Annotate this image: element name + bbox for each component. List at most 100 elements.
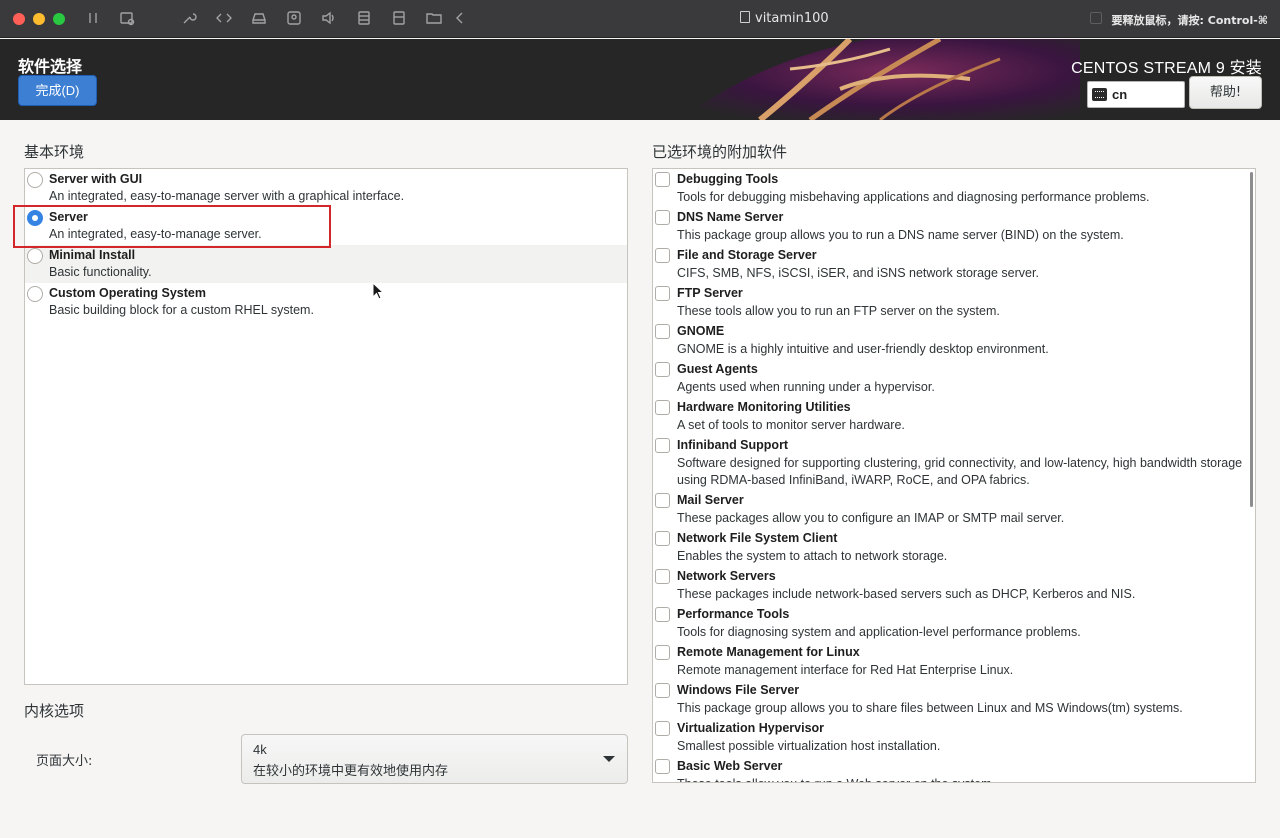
window-titlebar: vitamin100 要释放鼠标，请按: Control-⌘ xyxy=(0,0,1280,38)
page-size-combo[interactable]: 4k 在较小的环境中更有效地使用内存 xyxy=(241,734,628,784)
addon-option[interactable]: Basic Web Server These tools allow you to… xyxy=(653,756,1253,782)
addon-option[interactable]: FTP Server These tools allow you to run a… xyxy=(653,283,1253,321)
storage-icon[interactable] xyxy=(355,10,373,28)
addon-description: These packages include network-based ser… xyxy=(677,587,1136,601)
addon-checkbox[interactable] xyxy=(655,248,670,263)
addon-checkbox[interactable] xyxy=(655,531,670,546)
mouse-pointer-icon xyxy=(372,282,384,300)
environment-title: Server with GUI xyxy=(49,172,143,186)
keyboard-icon xyxy=(1092,88,1107,101)
addon-checkbox[interactable] xyxy=(655,324,670,339)
addon-option[interactable]: Windows File Server This package group al… xyxy=(653,680,1253,718)
addon-checkbox[interactable] xyxy=(655,759,670,774)
addon-option[interactable]: Network Servers These packages include ne… xyxy=(653,566,1253,604)
pause-icon[interactable] xyxy=(84,10,102,28)
addon-title: Hardware Monitoring Utilities xyxy=(677,400,851,414)
addon-option[interactable]: Remote Management for Linux Remote manage… xyxy=(653,642,1253,680)
addon-description: Remote management interface for Red Hat … xyxy=(677,663,1014,677)
addon-title: Network Servers xyxy=(677,569,776,583)
addon-option[interactable]: Performance Tools Tools for diagnosing sy… xyxy=(653,604,1253,642)
addon-option[interactable]: DNS Name Server This package group allows… xyxy=(653,207,1253,245)
header-artwork xyxy=(640,39,1080,120)
done-button[interactable]: 完成(D) xyxy=(18,75,97,106)
addon-title: Debugging Tools xyxy=(677,172,779,186)
page-size-desc: 在较小的环境中更有效地使用内存 xyxy=(253,764,449,779)
environment-description: An integrated, easy-to-manage server wit… xyxy=(49,189,405,203)
addon-checkbox[interactable] xyxy=(655,607,670,622)
addon-description: A set of tools to monitor server hardwar… xyxy=(677,418,905,432)
addon-checkbox[interactable] xyxy=(655,362,670,377)
addon-option[interactable]: Network File System Client Enables the sy… xyxy=(653,528,1253,566)
addon-description: These tools allow you to run an FTP serv… xyxy=(677,304,1000,318)
zoom-window-button[interactable] xyxy=(53,13,65,25)
environment-radio[interactable] xyxy=(27,248,43,264)
speaker-icon[interactable] xyxy=(320,10,338,28)
wrench-icon[interactable] xyxy=(180,10,198,28)
addon-checkbox[interactable] xyxy=(655,683,670,698)
addon-option[interactable]: Debugging Tools Tools for debugging misbe… xyxy=(653,169,1253,207)
addon-checkbox[interactable] xyxy=(655,645,670,660)
environment-title: Minimal Install xyxy=(49,248,136,262)
kernel-options-label: 内核选项 xyxy=(24,702,85,720)
addon-description: Software designed for supporting cluster… xyxy=(677,456,1243,487)
addon-description: This package group allows you to run a D… xyxy=(677,228,1124,242)
addon-option[interactable]: Guest Agents Agents used when running und… xyxy=(653,359,1253,397)
keyboard-layout-indicator[interactable]: cn xyxy=(1087,81,1185,108)
spoke-title: 软件选择 xyxy=(18,57,83,76)
mouse-release-hint: 要释放鼠标，请按: Control-⌘ xyxy=(1111,14,1268,27)
addon-checkbox[interactable] xyxy=(655,438,670,453)
help-button[interactable]: 帮助! xyxy=(1189,76,1262,109)
snapshot-icon[interactable] xyxy=(118,10,136,28)
document-icon xyxy=(740,11,750,23)
environment-radio[interactable] xyxy=(27,172,43,188)
addon-description: GNOME is a highly intuitive and user-fri… xyxy=(677,342,1049,356)
addon-description: Enables the system to attach to network … xyxy=(677,549,948,563)
page-size-value: 4k xyxy=(253,742,267,757)
addon-option[interactable]: Hardware Monitoring Utilities A set of to… xyxy=(653,397,1253,435)
addon-title: Remote Management for Linux xyxy=(677,645,860,659)
addon-checkbox[interactable] xyxy=(655,569,670,584)
addon-title: Performance Tools xyxy=(677,607,790,621)
keyboard-layout-value: cn xyxy=(1112,87,1128,102)
addon-description: Tools for debugging misbehaving applicat… xyxy=(677,190,1150,204)
environment-radio[interactable] xyxy=(27,286,43,302)
addon-checkbox[interactable] xyxy=(655,493,670,508)
addon-title: Virtualization Hypervisor xyxy=(677,721,825,735)
addon-option[interactable]: File and Storage Server CIFS, SMB, NFS, i… xyxy=(653,245,1253,283)
product-title: CENTOS STREAM 9 安装 xyxy=(1071,60,1262,77)
addon-checkbox[interactable] xyxy=(655,210,670,225)
addon-title: GNOME xyxy=(677,324,725,338)
environment-option[interactable]: Minimal Install Basic functionality. xyxy=(25,245,627,283)
addon-option[interactable]: Infiniband Support Software designed for … xyxy=(653,435,1253,490)
addons-list: Debugging Tools Tools for debugging misbe… xyxy=(652,168,1256,783)
code-arrows-icon[interactable] xyxy=(215,10,233,28)
user-lock-icon[interactable] xyxy=(285,10,303,28)
addon-title: Network File System Client xyxy=(677,531,838,545)
environment-option[interactable]: Server with GUI An integrated, easy-to-ma… xyxy=(25,169,627,207)
base-environment-label: 基本环境 xyxy=(24,143,85,161)
addon-option[interactable]: Mail Server These packages allow you to c… xyxy=(653,490,1253,528)
addon-option[interactable]: Virtualization Hypervisor Smallest possib… xyxy=(653,718,1253,756)
addon-checkbox[interactable] xyxy=(655,400,670,415)
window-title-text: vitamin100 xyxy=(755,11,829,26)
dropdown-arrow-icon xyxy=(603,756,615,762)
addon-option[interactable]: GNOME GNOME is a highly intuitive and use… xyxy=(653,321,1253,359)
addon-description: Smallest possible virtualization host in… xyxy=(677,739,941,753)
environment-description: Basic functionality. xyxy=(49,265,152,279)
addon-checkbox[interactable] xyxy=(655,286,670,301)
addon-description: These packages allow you to configure an… xyxy=(677,511,1065,525)
minimize-window-button[interactable] xyxy=(33,13,45,25)
addon-title: Infiniband Support xyxy=(677,438,789,452)
selection-highlight-annotation xyxy=(13,205,331,248)
addons-label: 已选环境的附加软件 xyxy=(652,143,788,161)
close-window-button[interactable] xyxy=(13,13,25,25)
hard-drive-icon[interactable] xyxy=(250,10,268,28)
environment-option[interactable]: Custom Operating System Basic building bl… xyxy=(25,283,627,321)
chevron-left-icon[interactable] xyxy=(451,10,469,28)
disk-stack-icon[interactable] xyxy=(390,10,408,28)
addon-checkbox[interactable] xyxy=(655,721,670,736)
shared-folder-icon[interactable] xyxy=(425,10,443,28)
window-title: vitamin100 xyxy=(740,11,829,26)
addon-title: Windows File Server xyxy=(677,683,800,697)
addon-checkbox[interactable] xyxy=(655,172,670,187)
